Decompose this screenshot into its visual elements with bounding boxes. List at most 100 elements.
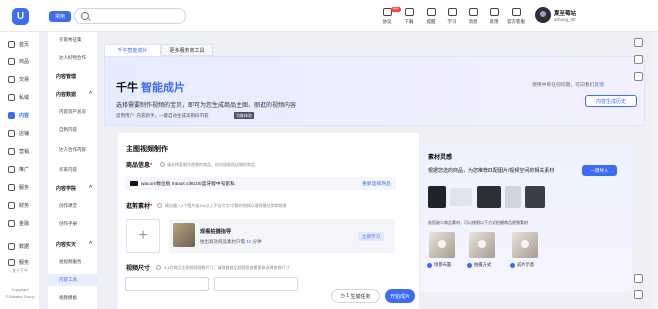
play-icon [438,240,446,248]
feedback-link[interactable]: 反馈 [594,83,604,88]
avatar[interactable] [535,7,551,23]
generate-task-button[interactable]: ◷ 1 生成任务 [331,289,380,303]
material-label: 逛剪素材* [126,204,153,210]
guide-title: 观看拍摄指导 [200,229,232,235]
layout-icon[interactable] [634,290,643,299]
guide-video-thumbnail[interactable] [173,223,195,247]
nav-item-store[interactable]: 店铺 [0,127,40,140]
tool-icon[interactable] [634,72,643,81]
sub-item-asset-overview[interactable]: 内容资产总览 [48,106,98,118]
nav-item-service[interactable]: 服务 [0,181,40,194]
inspiration-image[interactable] [450,188,472,206]
sub-item-self-made[interactable]: 自制内容 [48,124,98,136]
nav-item-goods[interactable]: 商品 [0,55,40,68]
one-click-import-button[interactable]: 一键导入 [582,165,617,176]
inspiration-image[interactable] [525,186,545,208]
qianniu-logo[interactable]: U [12,8,29,25]
remind-button[interactable]: 提醒 [420,6,442,28]
official-customer-service-icon [511,8,521,16]
chevron-up-icon: ^ [89,185,92,191]
sub-head-content-manage[interactable]: 内容管理 [48,70,98,82]
search-input[interactable] [74,8,186,24]
size-hint: 3:4为商品主图视频规格尺寸，请根据商品视频投放需要来选择剪辑尺寸 [164,265,290,270]
settings-icon[interactable] [634,274,643,283]
tab-more-tools[interactable]: 更多服务商工具 [161,44,213,56]
feedback-button[interactable]: 反馈 [483,6,505,28]
guide-card-scene[interactable] [429,232,455,258]
play-icon [478,240,486,248]
trade-icon [8,76,15,83]
tool-icon[interactable] [634,38,643,47]
chevron-up-icon: ^ [89,241,92,247]
nav-item-marketing[interactable]: 营销 [0,145,40,158]
store-icon [8,130,15,137]
shop-name[interactable]: 夏至莓站 [554,9,576,17]
section-title: 主图视频制作 [126,146,168,153]
add-material-button[interactable]: + [126,219,160,253]
nav-item-private[interactable]: 私域 [0,91,40,104]
guide-subtitle: 拍出高效商品素材只需 10 分钟 [200,239,262,244]
sub-head-content-practice[interactable]: 内容实天 ^ [48,238,98,250]
goods-icon [8,58,15,65]
hero-title-brand: 千牛 [116,82,138,94]
tab-smart-video[interactable]: 千牛智能成片 [104,44,161,56]
message-button[interactable]: 消息 [462,6,484,28]
official-customer-service-button[interactable]: 官方客服 [505,6,527,28]
sub-item-talent-coop[interactable]: 达人好物合作 [48,52,98,64]
nav-item-trade[interactable]: 交易 [0,73,40,86]
guide-label-result: 成片示意 [510,262,534,268]
scrollbar[interactable] [651,32,658,309]
inspiration-desc-2: 若您缺少商品素材，可以按照以下方式拍摄商品视频素材 [428,220,528,225]
nav-item-finance[interactable]: 财务 [0,199,40,212]
sub-item-short-video[interactable]: 短视频服务 [48,256,98,268]
inspiration-image[interactable] [505,186,521,208]
inspiration-image[interactable] [477,186,501,208]
info-icon[interactable] [156,265,161,270]
check-icon [427,262,432,268]
inspiration-desc: 根据您选的商品，为您推荐匹配图片/视频空间的相关素材 [428,168,555,174]
sub-head-content-data[interactable]: 内容数据 ^ [48,88,98,100]
size-option-1-1[interactable] [214,277,298,291]
finance-icon [8,202,15,209]
hero-fit-users: 适用用户: 内容新手，一键自动生成高销码内容 [116,113,209,118]
data-icon [8,243,15,250]
nav-item-content[interactable]: 内容 [0,109,40,122]
download-button[interactable]: 下载 [398,6,420,28]
sub-item-classroom[interactable]: 创作课堂 [48,200,98,212]
size-label: 视频尺寸 [126,266,151,272]
sub-item-content-tools[interactable]: 内容工具 [48,274,98,286]
learn-button[interactable]: 学习 [441,6,463,28]
search-icon [81,12,89,20]
history-button[interactable]: 内容生成历史 [585,95,637,107]
nav-item-promotion[interactable]: 推广 [0,163,40,176]
product-label: 商品信息* [126,163,153,169]
sub-item-talent-content[interactable]: 达人合作内容 [48,144,98,156]
play-icon [521,240,529,248]
about-link[interactable]: 关于千牛 [0,268,40,274]
sub-item-buyer-show[interactable]: 买家秀征集 [48,34,98,46]
reselect-product-link[interactable]: 重新选择商品 [362,180,391,187]
start-video-button[interactable]: 开始成片 [385,289,415,303]
learn-now-button[interactable]: 立即学习 [358,232,384,241]
nav-item-financial[interactable]: 金融 [0,217,40,230]
tool-icon[interactable] [634,55,643,64]
info-icon[interactable] [157,203,162,208]
sub-item-handbook[interactable]: 创作手册 [48,218,98,230]
copyright: Copyright [11,287,29,292]
nav-item-data[interactable]: 数据 [0,240,40,253]
material-hint: 建议输入3个图片或10s以上不含文字/字幕的视频以便得最佳剪辑效果 [165,203,287,208]
size-option-3-4[interactable] [125,277,209,291]
nav-item-home[interactable]: 首页 [0,38,40,51]
sub-item-video-template[interactable]: 视频模板 [48,292,98,304]
inspiration-image[interactable] [428,186,446,208]
info-icon[interactable] [160,162,165,167]
common-tag[interactable]: 常用 [49,11,71,22]
sub-head-academy[interactable]: 内容学院 ^ [48,182,98,194]
help-text: 使用中有任何问题，可向我们反馈 [532,83,604,88]
feature-tag: 功能体验 [234,112,254,119]
sub-item-buyer-content[interactable]: 买家内容 [48,164,98,176]
guide-card-shooting[interactable] [469,232,495,258]
guide-card-result[interactable] [512,232,538,258]
agreement-button[interactable]: 协议 99+ [376,6,401,28]
product-hint: 请选择要制作视频的商品，仅对选取选店铺的商品 [167,162,255,167]
